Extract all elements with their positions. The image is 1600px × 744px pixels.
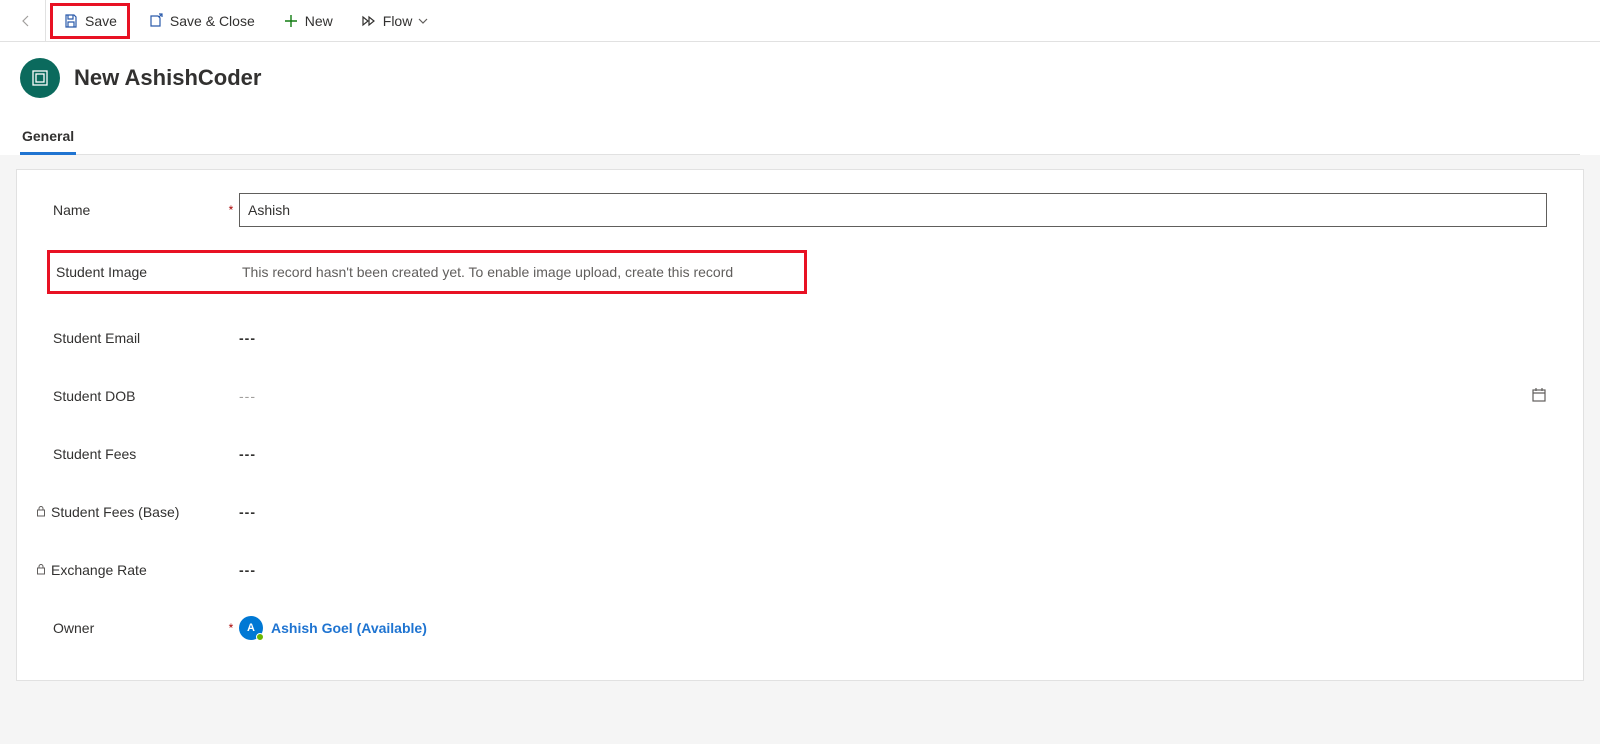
owner-label: Owner [53,620,223,636]
student-dob-label: Student DOB [53,388,223,404]
save-button[interactable]: Save [50,3,130,39]
record-header: New AshishCoder General [0,42,1600,155]
name-label: Name [53,202,223,218]
owner-lookup[interactable]: A Ashish Goel (Available) [239,616,427,640]
arrow-left-icon [18,13,34,29]
field-student-email: Student Email --- [53,316,1547,360]
student-dob-value[interactable]: --- [239,388,1547,404]
exchange-rate-value: --- [239,562,1547,578]
flow-label: Flow [383,13,413,29]
calendar-icon[interactable] [1531,387,1547,406]
field-exchange-rate: Exchange Rate --- [53,548,1547,592]
save-icon [63,13,79,29]
save-close-icon [148,13,164,29]
save-label: Save [85,13,117,29]
student-email-label: Student Email [53,330,223,346]
student-image-label: Student Image [56,264,226,280]
save-close-button[interactable]: Save & Close [138,3,265,39]
lock-icon [35,563,47,578]
required-indicator: * [223,621,239,635]
chevron-down-icon [418,16,428,26]
field-student-dob: Student DOB --- [53,374,1547,418]
presence-available-icon [256,633,264,641]
page-title: New AshishCoder [74,65,261,91]
back-button[interactable] [6,0,46,42]
field-owner: Owner * A Ashish Goel (Available) [53,606,1547,650]
exchange-rate-label: Exchange Rate [51,562,147,578]
plus-icon [283,13,299,29]
student-image-message: This record hasn't been created yet. To … [242,264,733,280]
student-fees-base-label: Student Fees (Base) [51,504,179,520]
command-bar: Save Save & Close New Flow [0,0,1600,42]
tab-general[interactable]: General [20,118,76,154]
save-close-label: Save & Close [170,13,255,29]
new-label: New [305,13,333,29]
student-fees-value[interactable]: --- [239,446,1547,462]
flow-button[interactable]: Flow [351,3,439,39]
entity-icon [20,58,60,98]
form-body: Name * Student Image This record hasn't … [16,169,1584,681]
lock-icon [35,505,47,520]
field-student-image: Student Image This record hasn't been cr… [47,250,807,294]
required-indicator: * [223,203,239,217]
new-button[interactable]: New [273,3,343,39]
avatar: A [239,616,263,640]
student-fees-base-value: --- [239,504,1547,520]
flow-icon [361,13,377,29]
form-tabs: General [20,118,1580,155]
name-input[interactable] [239,193,1547,227]
student-fees-label: Student Fees [53,446,223,462]
field-student-fees-base: Student Fees (Base) --- [53,490,1547,534]
field-student-fees: Student Fees --- [53,432,1547,476]
field-name: Name * [53,188,1547,232]
owner-link[interactable]: Ashish Goel (Available) [271,620,427,636]
student-email-value[interactable]: --- [239,330,1547,346]
